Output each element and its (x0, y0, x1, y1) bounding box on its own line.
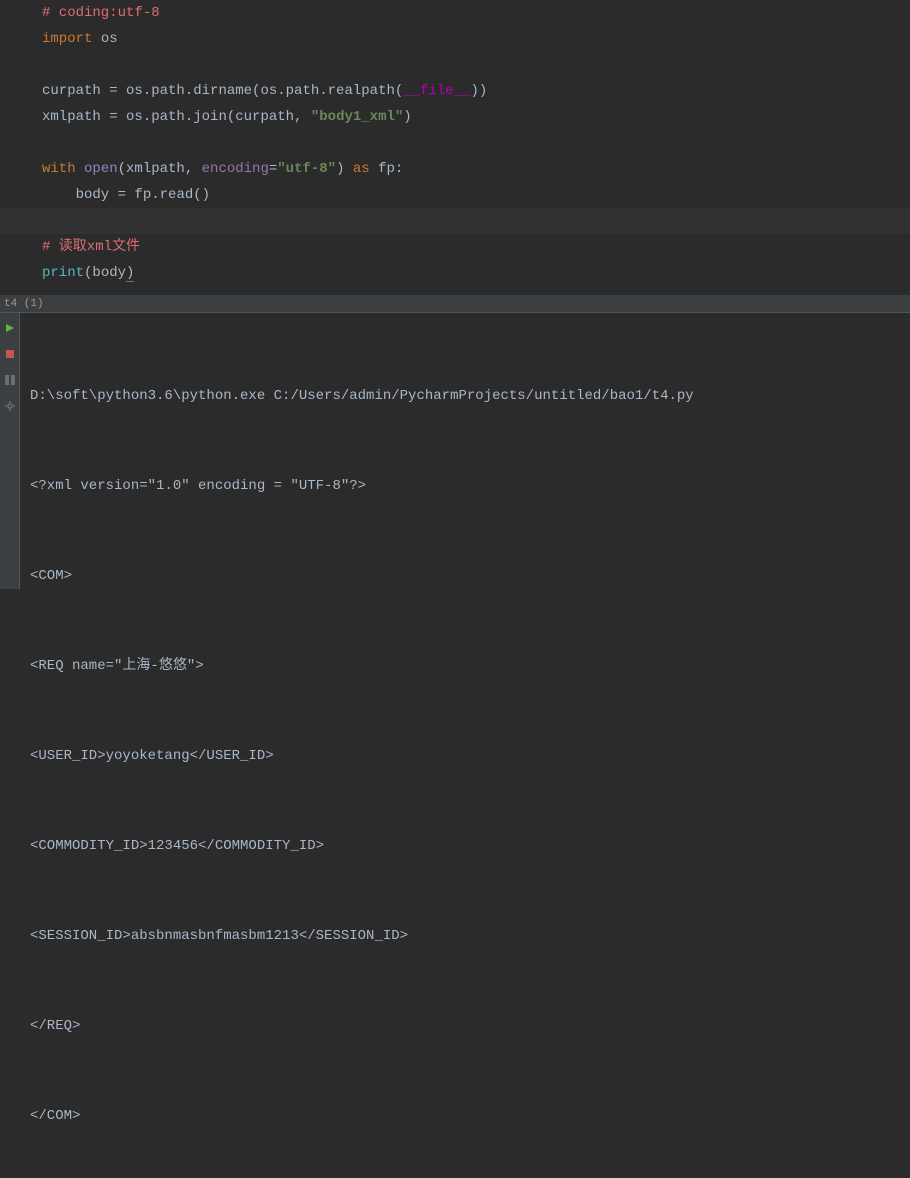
code-line-11[interactable]: print(body) (0, 260, 910, 286)
builtin-open: open (84, 161, 118, 177)
comment-readxml: # 读取xml文件 (42, 239, 140, 255)
output-line-3: <COM> (30, 561, 900, 591)
console-panel: D:\soft\python3.6\python.exe C:/Users/ad… (0, 313, 910, 589)
code-line-10[interactable]: # 读取xml文件 (0, 234, 910, 260)
code-line-9-current[interactable] (0, 208, 910, 234)
code-line-5[interactable]: xmlpath = os.path.join(curpath, "body1_x… (0, 104, 910, 130)
paren-close: )) (471, 83, 488, 99)
op-eq: = (118, 187, 126, 203)
var-xmlpath: xmlpath (42, 109, 109, 125)
output-line-9: </COM> (30, 1101, 900, 1131)
code-line-7[interactable]: with open(xmlpath, encoding="utf-8") as … (0, 156, 910, 182)
layout-icon[interactable] (0, 369, 20, 391)
output-line-6: <COMMODITY_ID>123456</COMMODITY_ID> (30, 831, 900, 861)
keyword-as: as (344, 161, 378, 177)
var-body: body (42, 187, 118, 203)
code-editor[interactable]: # coding:utf-8 import os curpath = os.pa… (0, 0, 910, 295)
code-line-8[interactable]: body = fp.read() (0, 182, 910, 208)
module-os: os (92, 31, 117, 47)
magic-file: __file__ (403, 83, 470, 99)
code-line-6[interactable] (0, 130, 910, 156)
string-utf8: "utf-8" (277, 161, 336, 177)
code-line-1[interactable]: # coding:utf-8 (0, 0, 910, 26)
code-line-4[interactable]: curpath = os.path.dirname(os.path.realpa… (0, 78, 910, 104)
stop-icon[interactable] (0, 343, 20, 365)
code-line-2[interactable]: import os (0, 26, 910, 52)
settings-icon[interactable] (0, 395, 20, 417)
rerun-icon[interactable] (0, 317, 20, 339)
output-line-7: <SESSION_ID>absbnmasbnfmasbm1213</SESSIO… (30, 921, 900, 951)
paren-close: ) (403, 109, 411, 125)
param-encoding: encoding (202, 161, 269, 177)
string-bodyxml: "body1_xml" (311, 109, 403, 125)
op-eq: = (109, 83, 117, 99)
console-output[interactable]: D:\soft\python3.6\python.exe C:/Users/ad… (20, 313, 910, 589)
output-line-5: <USER_ID>yoyoketang</USER_ID> (30, 741, 900, 771)
code-line-3[interactable] (0, 52, 910, 78)
op-eq: = (269, 161, 277, 177)
expr-join: os.path.join(curpath, (118, 109, 311, 125)
paren-close: ) (126, 265, 134, 282)
expr-openarg: (xmlpath, (118, 161, 202, 177)
op-eq: = (109, 109, 117, 125)
keyword-with: with (42, 161, 76, 177)
output-line-2: <?xml version="1.0" encoding = "UTF-8"?> (30, 471, 900, 501)
var-curpath: curpath (42, 83, 109, 99)
tab-label[interactable]: t4 (1) (4, 298, 44, 310)
output-line-4: <REQ name="上海-悠悠"> (30, 651, 900, 681)
var-body: body (92, 265, 126, 281)
output-line-1: D:\soft\python3.6\python.exe C:/Users/ad… (30, 381, 900, 411)
expr-read: fp.read() (126, 187, 210, 203)
output-line-8: </REQ> (30, 1011, 900, 1041)
comment-coding: # coding:utf-8 (42, 5, 160, 21)
builtin-print: print (42, 265, 84, 281)
var-fp: fp: (378, 161, 403, 177)
expr-dirname: os.path.dirname(os.path.realpath( (118, 83, 404, 99)
keyword-import: import (42, 31, 92, 47)
run-tab-bar[interactable]: t4 (1) (0, 295, 910, 313)
console-toolbar (0, 313, 20, 589)
